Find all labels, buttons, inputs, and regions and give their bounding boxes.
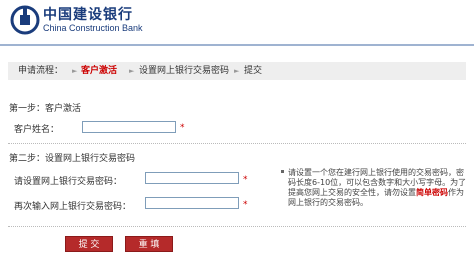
section2-title: 第二步：设置网上银行交易密码 bbox=[9, 154, 136, 164]
customer-name-input[interactable] bbox=[82, 121, 176, 133]
arrow-right-icon: ► bbox=[72, 67, 78, 75]
section1-title: 第一步：客户激活 bbox=[9, 104, 82, 114]
password-input[interactable] bbox=[145, 172, 239, 184]
process-step-activate: 客户激活 bbox=[81, 66, 118, 76]
password-hint: 请设置一个您在建行网上银行使用的交易密码，密码长度6-10位，可以包含数字和大小… bbox=[288, 168, 468, 208]
required-mark: * bbox=[243, 175, 248, 185]
process-step-set-password: 设置网上银行交易密码 bbox=[139, 66, 230, 76]
arrow-right-icon: ► bbox=[234, 67, 240, 75]
arrow-right-icon: ► bbox=[129, 67, 135, 75]
name-label: 客户姓名： bbox=[14, 125, 60, 135]
required-mark: * bbox=[243, 200, 248, 210]
section-divider bbox=[8, 143, 466, 144]
form-bottom-divider bbox=[8, 226, 466, 227]
process-label: 申请流程： bbox=[18, 66, 64, 76]
logo-english-text: China Construction Bank bbox=[43, 23, 143, 33]
submit-button[interactable]: 提 交 bbox=[65, 236, 113, 252]
confirm-password-input[interactable] bbox=[145, 197, 239, 209]
process-steps-bar: 申请流程： ► 客户激活 ► 设置网上银行交易密码 ► 提交 bbox=[8, 62, 466, 80]
reset-button[interactable]: 重 填 bbox=[125, 236, 173, 252]
ccb-logo-icon bbox=[10, 5, 40, 35]
header-divider bbox=[0, 44, 474, 46]
header: 中国建设银行 China Construction Bank bbox=[0, 0, 474, 44]
logo-chinese-text: 中国建设银行 bbox=[43, 7, 133, 23]
required-mark: * bbox=[180, 123, 185, 133]
hint-emphasis: 简单密码 bbox=[416, 188, 448, 197]
confirm-password-label: 再次输入网上银行交易密码： bbox=[14, 202, 132, 212]
hint-bullet-icon bbox=[281, 170, 284, 173]
process-step-submit: 提交 bbox=[244, 66, 263, 76]
password-label: 请设置网上银行交易密码： bbox=[14, 177, 123, 187]
